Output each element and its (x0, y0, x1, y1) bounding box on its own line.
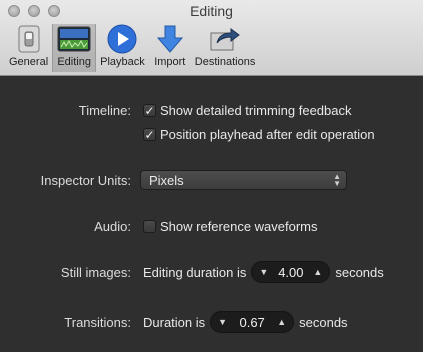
audio-label: Audio: (94, 219, 131, 234)
increment-icon[interactable]: ▲ (313, 267, 322, 277)
transition-duration-stepper[interactable]: ▼ 0.67 ▲ (210, 311, 295, 333)
still-images-suffix: seconds (335, 264, 384, 280)
titlebar: Editing General Editing Playback Import … (0, 0, 423, 76)
switch-icon (12, 24, 46, 54)
share-icon (208, 24, 242, 54)
transitions-prefix: Duration is (143, 314, 206, 330)
timeline-label: Timeline: (78, 103, 131, 118)
checkbox-box (143, 220, 156, 233)
position-playhead-label: Position playhead after edit operation (160, 127, 375, 142)
tab-import[interactable]: Import (149, 24, 191, 72)
still-images-label: Still images: (60, 265, 131, 280)
transitions-row: Duration is ▼ 0.67 ▲ seconds (143, 311, 348, 333)
reference-waveforms-checkbox[interactable]: Show reference waveforms (143, 219, 318, 234)
detailed-trimming-checkbox[interactable]: ✓ Show detailed trimming feedback (143, 103, 352, 118)
preferences-window: Editing General Editing Playback Import … (0, 0, 423, 352)
increment-icon[interactable]: ▲ (277, 317, 286, 327)
tab-playback-label: Playback (100, 56, 145, 68)
preferences-toolbar: General Editing Playback Import Destinat… (5, 24, 259, 74)
transitions-label: Transitions: (64, 315, 131, 330)
decrement-icon[interactable]: ▼ (259, 267, 268, 277)
still-images-prefix: Editing duration is (143, 264, 247, 280)
tab-playback[interactable]: Playback (96, 24, 149, 72)
tab-editing-label: Editing (57, 56, 91, 68)
popup-arrows-icon: ▲ ▼ (333, 172, 341, 188)
tab-general-label: General (9, 56, 49, 68)
tab-destinations-label: Destinations (194, 56, 256, 68)
check-icon: ✓ (143, 103, 156, 118)
download-arrow-icon (153, 24, 187, 54)
play-icon (105, 24, 139, 54)
tab-destinations[interactable]: Destinations (191, 24, 260, 72)
window-title: Editing (190, 3, 233, 19)
tab-editing[interactable]: Editing (52, 24, 97, 72)
transition-duration-value[interactable]: 0.67 (239, 315, 264, 330)
filmstrip-icon (57, 24, 91, 54)
tab-import-label: Import (154, 56, 186, 68)
inspector-units-value: Pixels (149, 172, 184, 188)
tab-general[interactable]: General (5, 24, 52, 72)
inspector-units-label: Inspector Units: (40, 173, 131, 188)
still-images-row: Editing duration is ▼ 4.00 ▲ seconds (143, 261, 384, 283)
decrement-icon[interactable]: ▼ (218, 317, 227, 327)
still-duration-value[interactable]: 4.00 (278, 265, 303, 280)
check-icon: ✓ (143, 127, 156, 142)
still-duration-stepper[interactable]: ▼ 4.00 ▲ (251, 261, 331, 283)
inspector-units-select[interactable]: Pixels ▲ ▼ (140, 170, 347, 190)
reference-waveforms-label: Show reference waveforms (160, 219, 318, 234)
transitions-suffix: seconds (299, 314, 348, 330)
position-playhead-checkbox[interactable]: ✓ Position playhead after edit operation (143, 127, 375, 142)
detailed-trimming-label: Show detailed trimming feedback (160, 103, 352, 118)
